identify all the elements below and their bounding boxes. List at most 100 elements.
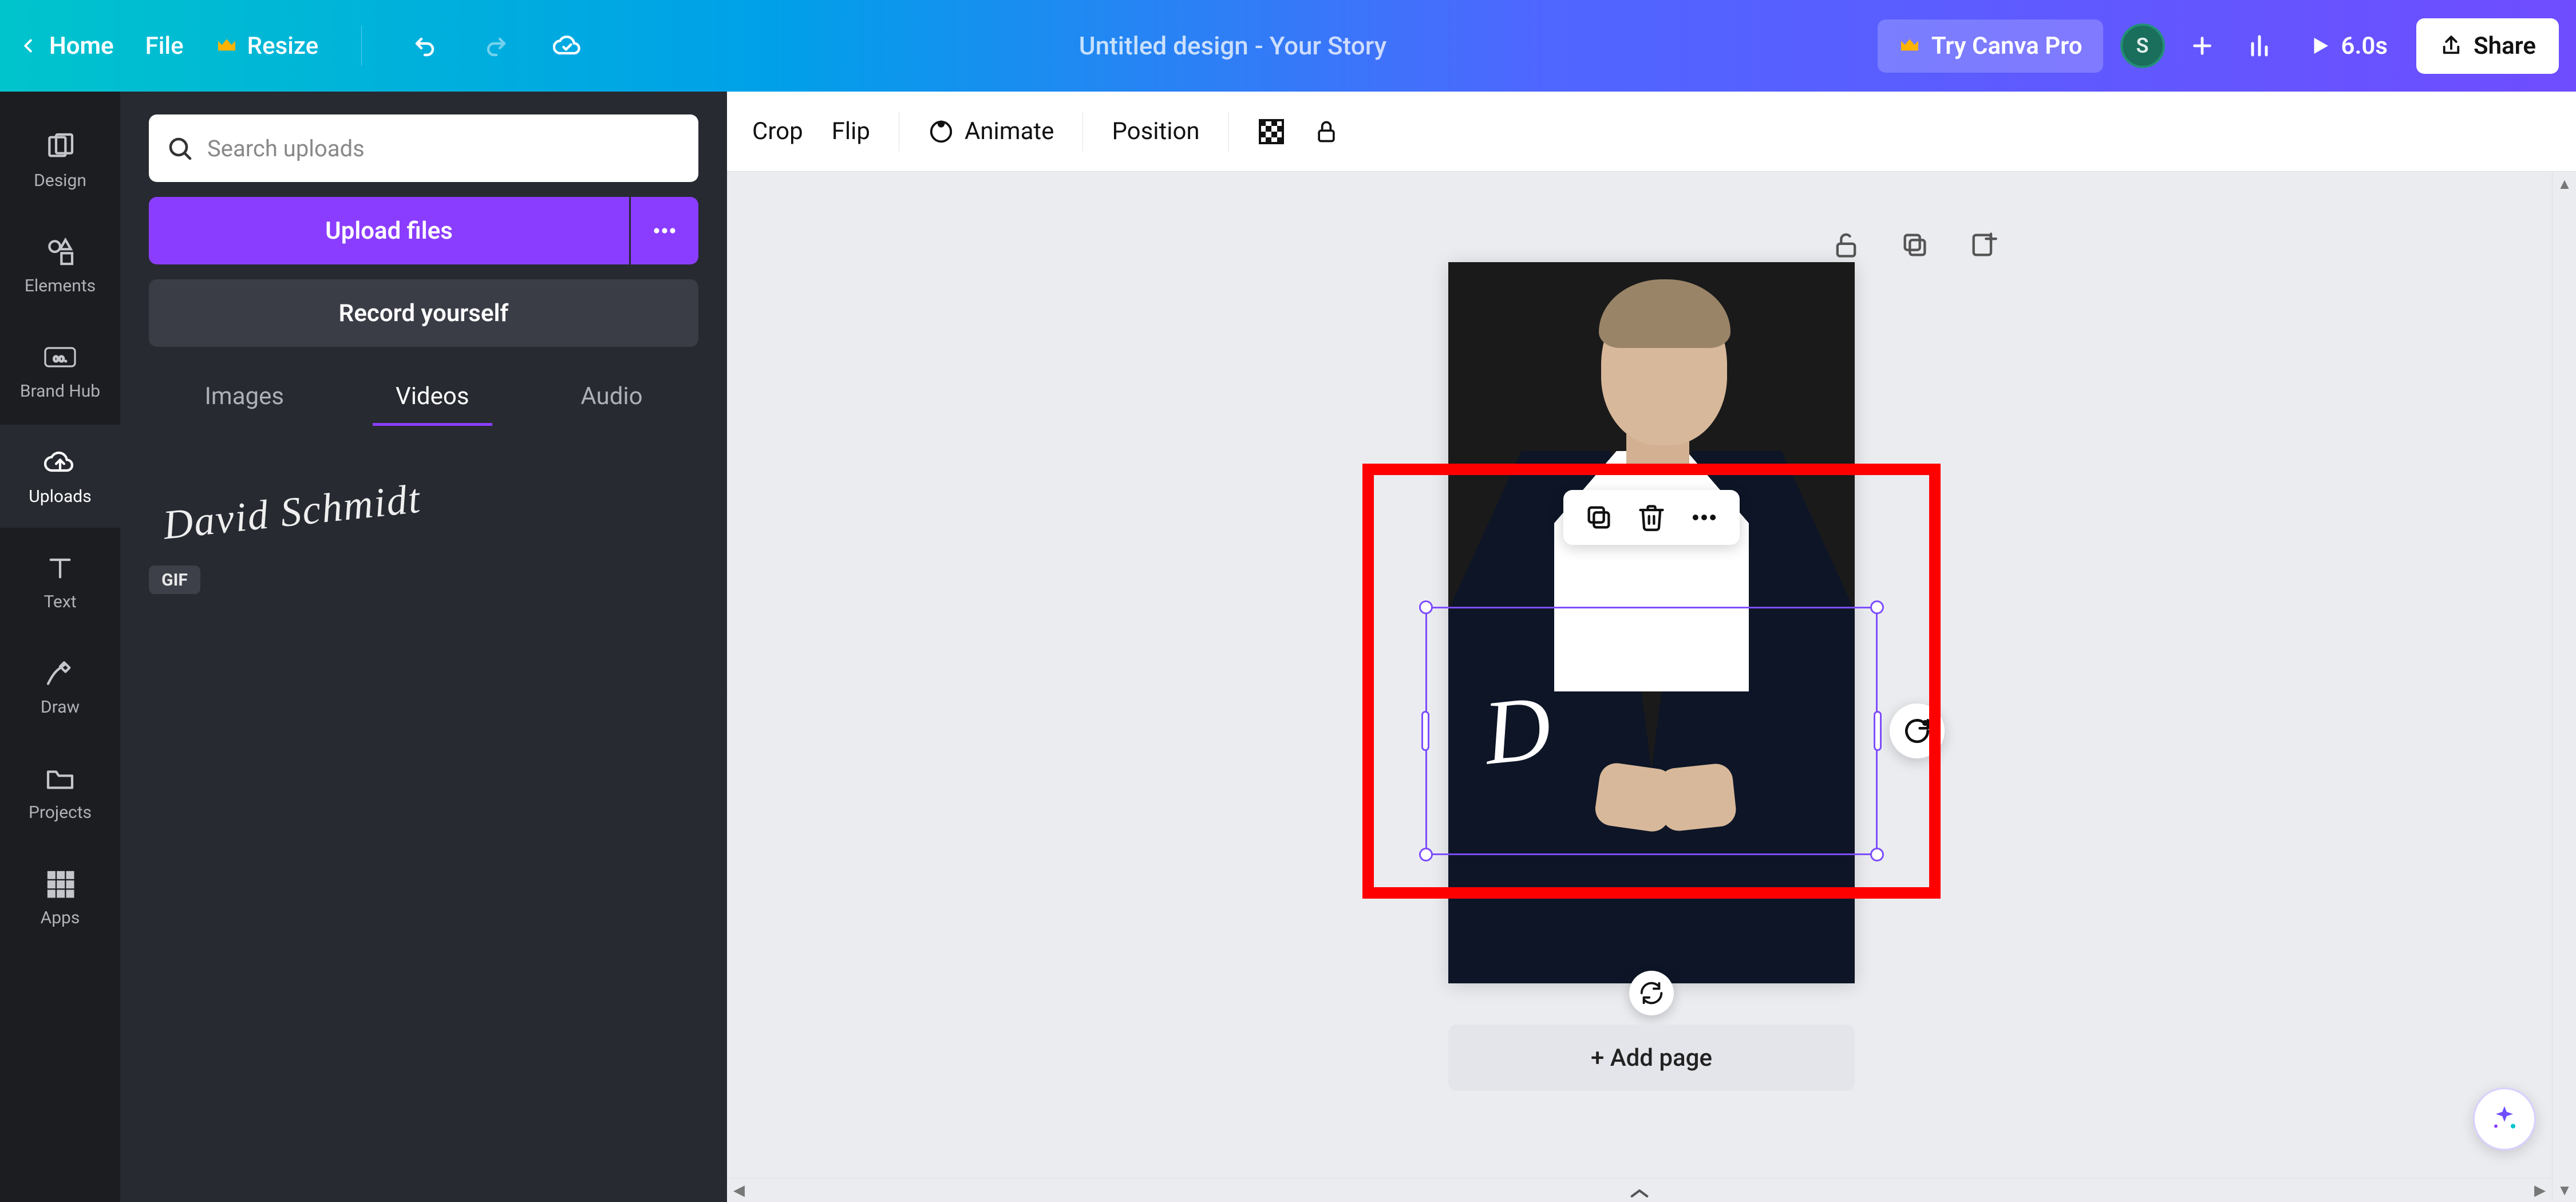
- record-button[interactable]: Record yourself: [149, 279, 698, 347]
- rail-text[interactable]: Text: [0, 530, 120, 633]
- uploaded-item[interactable]: David Schmidt GIF: [149, 472, 698, 594]
- tab-images[interactable]: Images: [181, 370, 307, 426]
- cloud-sync-button[interactable]: [548, 26, 588, 66]
- animate-button[interactable]: Animate: [928, 117, 1054, 145]
- selection-frame[interactable]: D: [1425, 607, 1878, 855]
- home-label: Home: [49, 32, 114, 60]
- canvas-column: Crop Flip Animate Position: [727, 92, 2576, 1202]
- upload-button-row: Upload files: [149, 197, 698, 264]
- redo-button[interactable]: [476, 26, 516, 66]
- play-icon: [2308, 34, 2332, 58]
- svg-text:co.: co.: [53, 353, 67, 365]
- upload-more-button[interactable]: [631, 197, 698, 264]
- more-button[interactable]: [1689, 503, 1719, 532]
- add-page-icon: [1969, 230, 1998, 260]
- projects-icon: [44, 762, 76, 794]
- crop-button[interactable]: Crop: [752, 117, 803, 145]
- try-pro-button[interactable]: Try Canva Pro: [1878, 19, 2103, 73]
- search-box[interactable]: [149, 114, 698, 182]
- position-label: Position: [1112, 117, 1199, 145]
- upload-button[interactable]: Upload files: [149, 197, 629, 264]
- elements-icon: [44, 236, 76, 268]
- scroll-right-icon[interactable]: ▶: [2528, 1179, 2552, 1202]
- rail-label: Draw: [41, 697, 80, 717]
- home-button[interactable]: Home: [17, 32, 114, 60]
- flip-button[interactable]: Flip: [832, 117, 870, 145]
- vertical-scrollbar[interactable]: ▲ ▼: [2552, 172, 2576, 1202]
- rotate-handle[interactable]: [1629, 971, 1674, 1015]
- rail-brand-hub[interactable]: co. Brand Hub: [0, 319, 120, 422]
- selection-content: D: [1479, 674, 1556, 786]
- horizontal-scrollbar[interactable]: ◀ ▶: [727, 1178, 2552, 1202]
- separator: [1228, 112, 1229, 152]
- signature-text: David Schmidt: [161, 475, 423, 549]
- rail-design[interactable]: Design: [0, 109, 120, 212]
- apps-icon: [44, 868, 76, 900]
- rail-uploads[interactable]: Uploads: [0, 425, 120, 528]
- undo-icon: [411, 32, 438, 60]
- undo-button[interactable]: [405, 26, 445, 66]
- timeline-expand-handle[interactable]: [1614, 1188, 1665, 1199]
- resize-handle-tr[interactable]: [1870, 600, 1884, 614]
- lock-button[interactable]: [1314, 119, 1339, 144]
- file-menu[interactable]: File: [145, 32, 184, 60]
- resize-handle-br[interactable]: [1870, 848, 1884, 861]
- tab-label: Audio: [580, 382, 642, 410]
- position-button[interactable]: Position: [1112, 117, 1199, 145]
- rotate-icon: [1638, 980, 1665, 1006]
- magic-button[interactable]: [2473, 1088, 2536, 1150]
- delete-button[interactable]: [1637, 503, 1666, 532]
- selection-toolbar: [1563, 490, 1740, 545]
- more-horizontal-icon: [651, 217, 678, 244]
- rail-label: Text: [44, 592, 76, 612]
- search-input[interactable]: [207, 135, 681, 162]
- resize-button[interactable]: Resize: [215, 32, 319, 60]
- gif-badge-label: GIF: [161, 570, 188, 590]
- resize-handle-left[interactable]: [1421, 711, 1429, 751]
- copy-icon: [1584, 503, 1614, 532]
- ai-assist-button[interactable]: [1890, 703, 1945, 758]
- add-page-icon-button[interactable]: [1966, 228, 2001, 262]
- signature-thumbnail[interactable]: David Schmidt: [149, 472, 435, 552]
- scroll-left-icon[interactable]: ◀: [727, 1179, 751, 1202]
- design-title[interactable]: Untitled design - Your Story: [588, 31, 1878, 61]
- duplicate-page-button[interactable]: [1898, 228, 1932, 262]
- tab-audio[interactable]: Audio: [558, 370, 665, 426]
- resize-handle-right[interactable]: [1874, 711, 1882, 751]
- rail-label: Design: [34, 171, 86, 191]
- nav-rail: Design Elements co. Brand Hub Uploads Te…: [0, 92, 120, 1202]
- rail-apps[interactable]: Apps: [0, 846, 120, 949]
- canvas-area[interactable]: D: [727, 172, 2576, 1202]
- transparency-icon: [1258, 118, 1285, 145]
- scroll-up-icon[interactable]: ▲: [2553, 172, 2576, 196]
- share-icon: [2439, 34, 2463, 58]
- duplicate-button[interactable]: [1584, 503, 1614, 532]
- resize-handle-bl[interactable]: [1419, 848, 1433, 861]
- transparency-button[interactable]: [1258, 118, 1285, 145]
- sparkle-icon: [2487, 1102, 2522, 1136]
- resize-handle-tl[interactable]: [1419, 600, 1433, 614]
- share-button[interactable]: Share: [2416, 18, 2559, 74]
- top-bar-left: Home File Resize: [17, 26, 588, 66]
- try-pro-label: Try Canva Pro: [1931, 32, 2083, 60]
- scroll-down-icon[interactable]: ▼: [2553, 1178, 2576, 1202]
- animate-icon: [928, 118, 954, 145]
- add-page-button[interactable]: + Add page: [1448, 1025, 1855, 1091]
- rail-elements[interactable]: Elements: [0, 214, 120, 317]
- animate-label: Animate: [965, 117, 1054, 145]
- add-member-button[interactable]: [2182, 26, 2222, 66]
- insights-button[interactable]: [2239, 26, 2279, 66]
- bar-chart-icon: [2246, 32, 2273, 60]
- top-bar: Home File Resize Untitled design - Your …: [0, 0, 2576, 92]
- top-bar-right: Try Canva Pro S 6.0s Share: [1878, 18, 2559, 74]
- chevron-left-icon: [17, 35, 39, 57]
- crown-icon: [215, 34, 238, 57]
- lock-icon: [1314, 119, 1339, 144]
- present-button[interactable]: 6.0s: [2297, 19, 2400, 73]
- tab-videos[interactable]: Videos: [373, 370, 492, 426]
- page-unlock-button[interactable]: [1829, 228, 1863, 262]
- rail-draw[interactable]: Draw: [0, 635, 120, 738]
- rail-projects[interactable]: Projects: [0, 741, 120, 844]
- avatar[interactable]: S: [2120, 23, 2165, 68]
- tab-label: Videos: [396, 382, 469, 410]
